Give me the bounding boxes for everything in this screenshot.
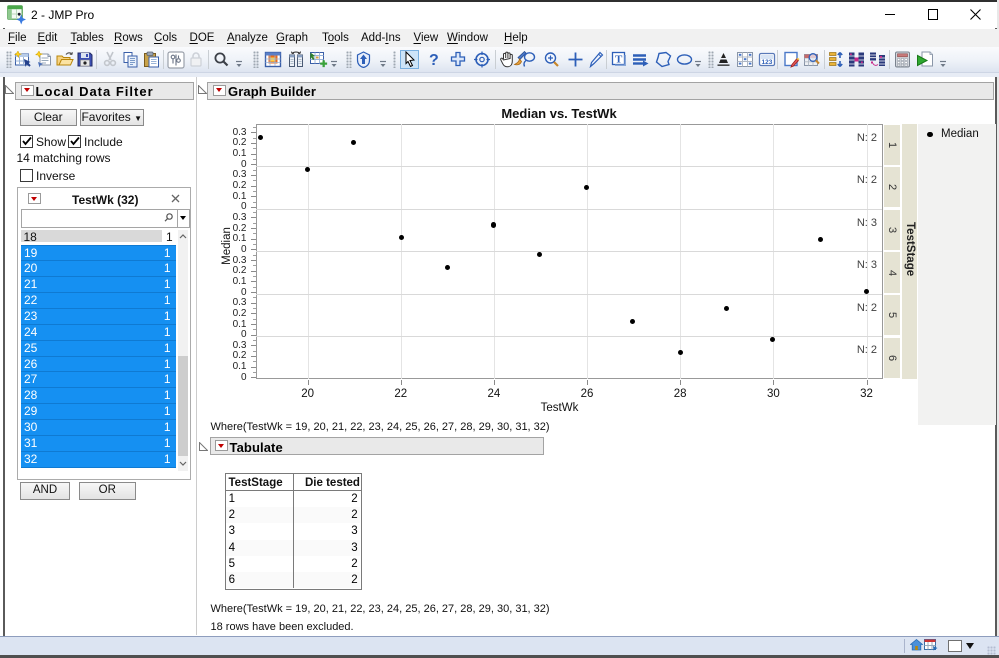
svg-text:T: T bbox=[615, 54, 623, 66]
svg-text:?: ? bbox=[429, 52, 439, 68]
svg-text:123: 123 bbox=[761, 59, 772, 66]
